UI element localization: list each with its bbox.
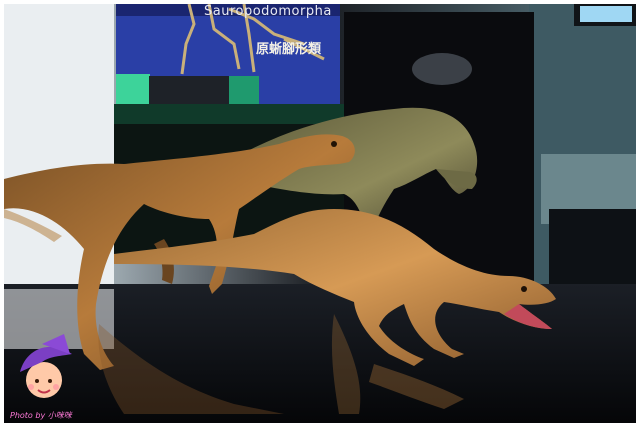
pedestal-green [229,76,259,106]
sign-cjk-text: 原蜥腳形類 [256,42,322,57]
photo-frame: Sauropodomorpha 原蜥腳形類 Photo by 小咪咪 [0,0,640,427]
exhibit-scene [4,4,636,423]
photo-watermark: Photo by 小咪咪 [10,411,72,420]
sign-latin-text: Sauropodomorpha [204,4,332,19]
dinosaur-exhibit-photo: Sauropodomorpha 原蜥腳形類 Photo by 小咪咪 [4,4,636,423]
